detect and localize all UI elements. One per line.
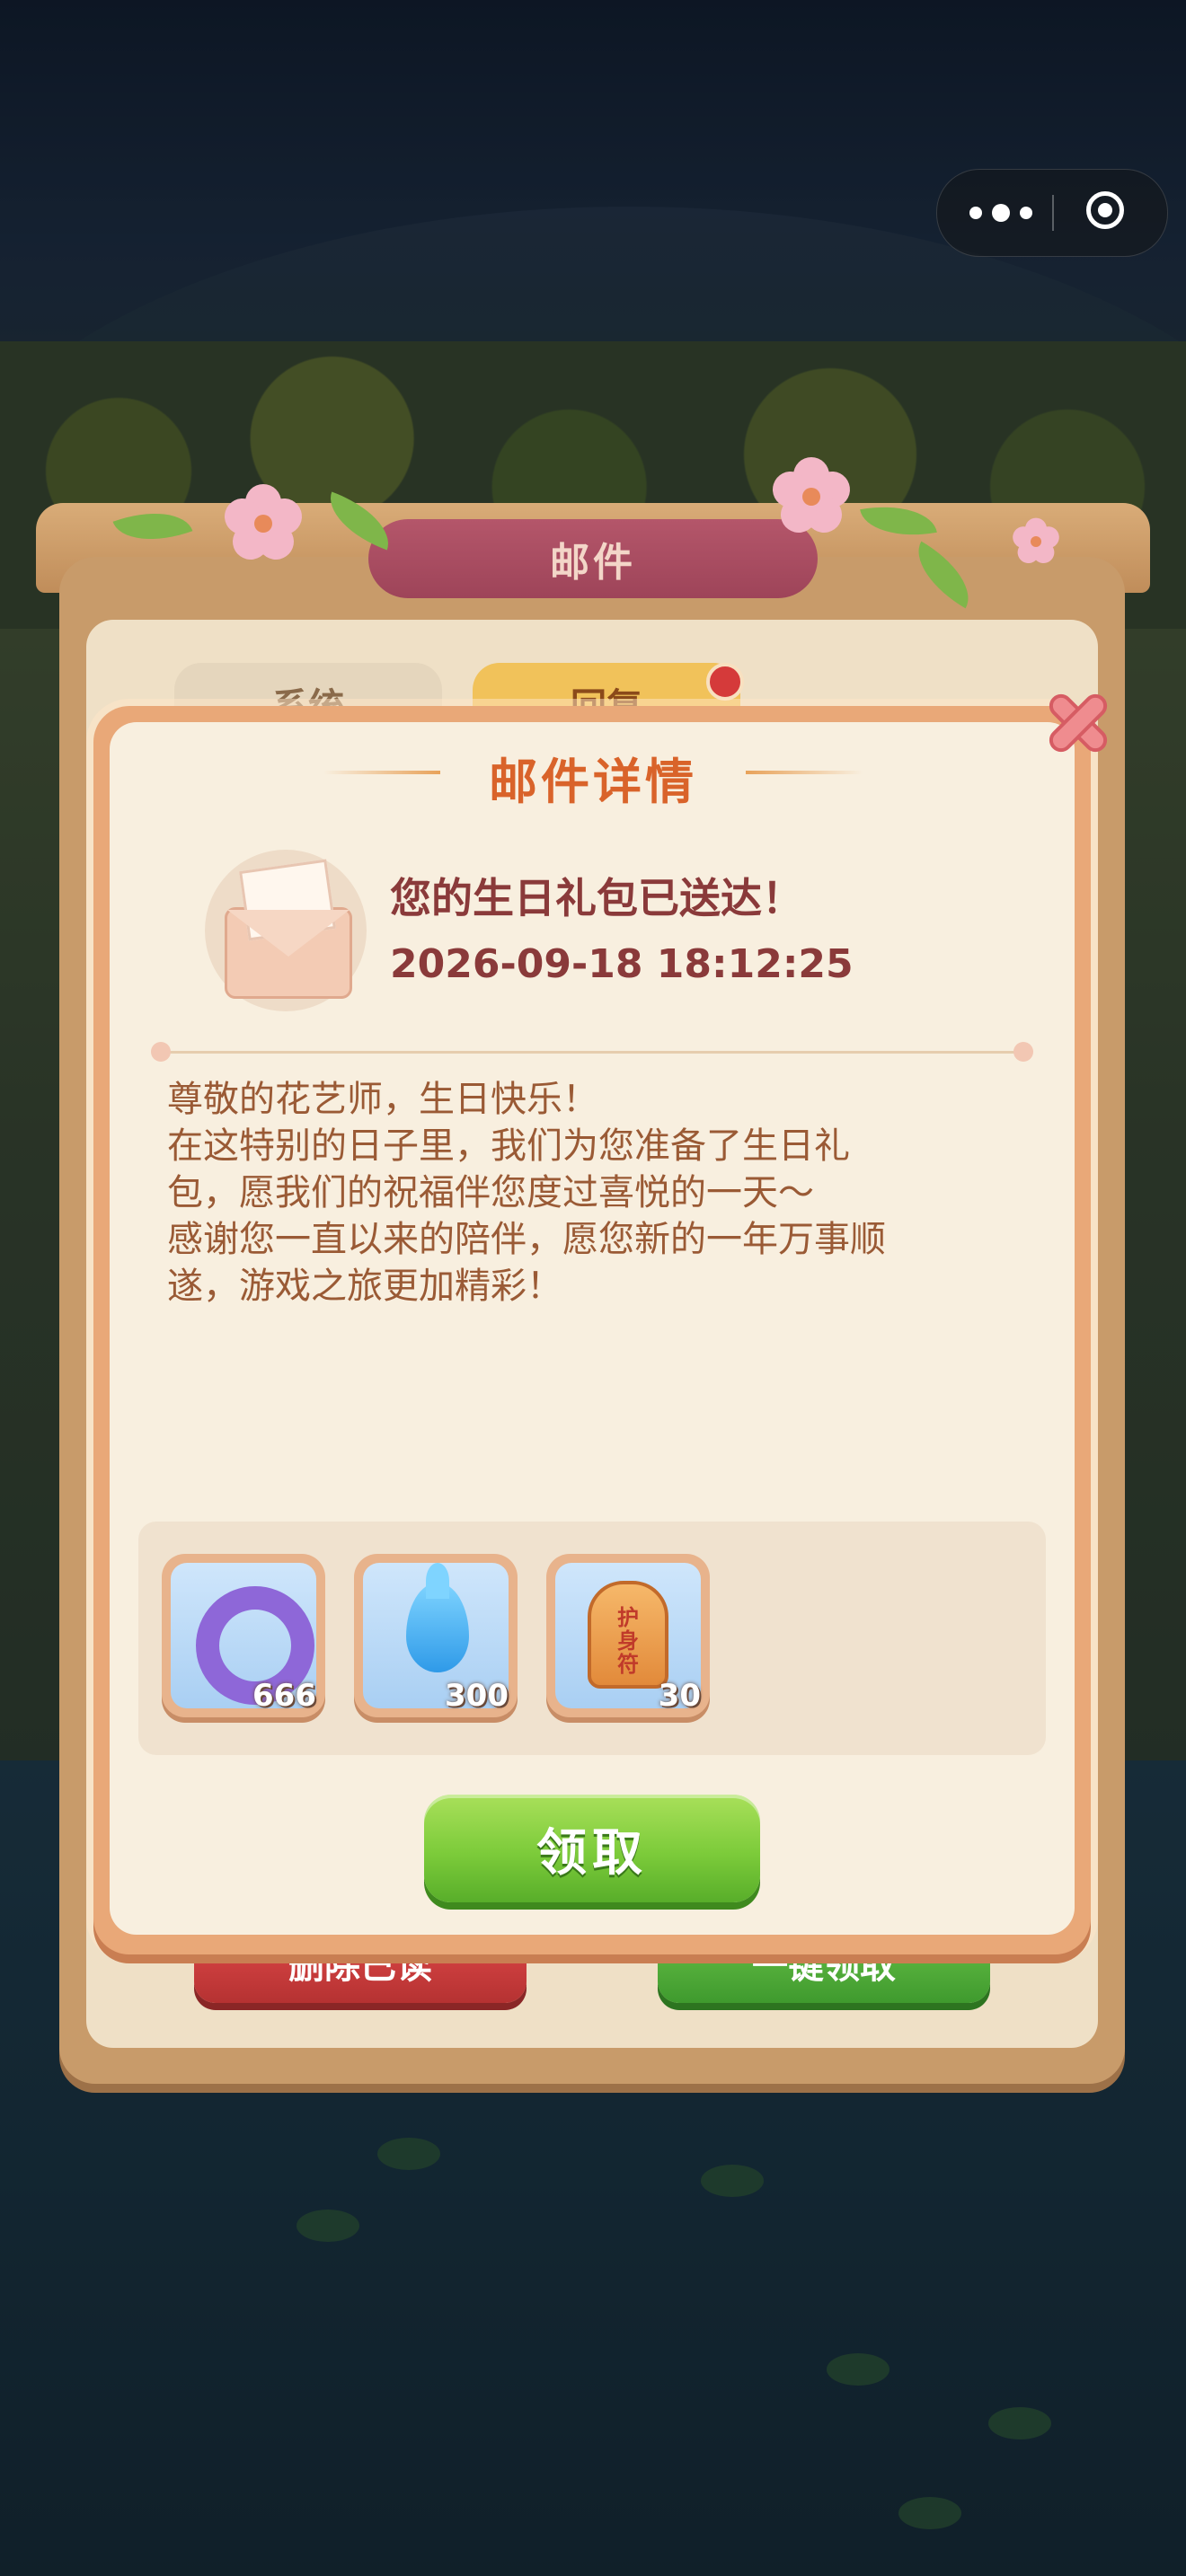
- divider-flower: [1013, 1042, 1033, 1062]
- flower-decoration: [766, 449, 856, 535]
- reward-count: 300: [445, 1678, 509, 1714]
- mail-body-line: 在这特别的日子里，我们为您准备了生日礼: [167, 1125, 850, 1167]
- divider-flower: [151, 1042, 171, 1062]
- flower-decoration: [1009, 513, 1063, 565]
- more-dots-icon[interactable]: [969, 197, 1032, 229]
- reward-item[interactable]: 护身符 30: [546, 1554, 710, 1717]
- title-ornament-right: [746, 771, 863, 774]
- charm-text: 护身符: [617, 1605, 639, 1677]
- reward-item[interactable]: 300: [354, 1554, 518, 1717]
- mini-program-capsule: [936, 169, 1168, 257]
- mail-subject: 您的生日礼包已送达！: [390, 874, 803, 922]
- reward-count: 666: [252, 1678, 316, 1714]
- mail-body-line: 感谢您一直以来的陪伴，愿您新的一年万事顺: [167, 1219, 886, 1260]
- mail-panel-title: 邮件: [368, 519, 818, 598]
- target-circle-icon[interactable]: [1086, 191, 1124, 229]
- mail-body-line: 尊敬的花艺师，生日快乐！: [167, 1079, 598, 1120]
- close-x-icon[interactable]: [1035, 679, 1121, 765]
- mail-body: 尊敬的花艺师，生日快乐！ 在这特别的日子里，我们为您准备了生日礼 包，愿我们的祝…: [167, 1076, 1012, 1310]
- capsule-divider: [1052, 195, 1054, 231]
- mail-body-line: 遂，游戏之旅更加精彩！: [167, 1266, 562, 1307]
- mail-date: 2026-09-18 18:12:25: [390, 941, 854, 987]
- flower-decoration: [218, 476, 308, 562]
- claim-button[interactable]: 领取: [424, 1795, 760, 1902]
- envelope-graphic: [225, 907, 352, 999]
- water-drop-icon: [406, 1563, 469, 1672]
- reward-count: 30: [658, 1678, 701, 1714]
- notification-dot: [706, 663, 744, 701]
- mail-body-line: 包，愿我们的祝福伴您度过喜悦的一天～: [167, 1172, 814, 1213]
- divider: [162, 1051, 1024, 1054]
- charm-amulet-icon: 护身符: [588, 1581, 668, 1689]
- reward-item[interactable]: 666: [162, 1554, 325, 1717]
